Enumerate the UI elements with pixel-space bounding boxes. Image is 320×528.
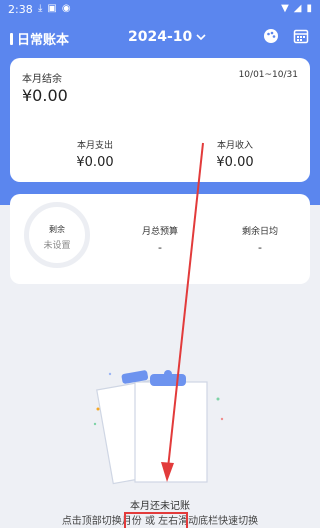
battery-icon: ▮ <box>306 3 312 14</box>
status-time: 2:38 <box>8 3 33 16</box>
palette-icon[interactable] <box>262 27 280 45</box>
month-picker[interactable]: 2024-10 <box>128 29 206 45</box>
expense-label: 本月支出 <box>76 141 113 151</box>
system-icons: ▼ ◢ ▮ <box>281 3 312 14</box>
balance-value: ¥0.00 <box>22 86 68 105</box>
daily-label: 剩余日均 <box>241 227 278 237</box>
expense-summary[interactable]: 本月支出 ¥0.00 <box>55 138 135 170</box>
annotation-highlight-box <box>124 512 188 528</box>
budget-ring: 剩余 未设置 <box>24 202 90 268</box>
app-badge-icon: ◉ <box>61 3 71 14</box>
app-bar: 日常账本 2024-10 <box>0 26 320 50</box>
ring-label: 剩余 <box>49 225 65 234</box>
ledger-title[interactable]: 日常账本 <box>10 29 69 48</box>
budget-total-label: 月总预算 <box>141 227 178 237</box>
income-summary[interactable]: 本月收入 ¥0.00 <box>195 138 275 170</box>
expense-value: ¥0.00 <box>76 155 114 170</box>
ledger-title-text: 日常账本 <box>17 33 70 48</box>
wifi-icon: ▼ <box>281 3 289 14</box>
balance-label: 本月结余 <box>22 74 62 85</box>
monthly-budget: 月总预算 - <box>120 224 200 254</box>
month-label: 2024-10 <box>128 29 193 45</box>
chevron-down-icon <box>196 29 206 45</box>
signal-icon: ◢ <box>293 3 302 14</box>
empty-clipboard-illustration <box>93 370 224 485</box>
balance-card[interactable]: 本月结余 10/01~10/31 ¥0.00 本月支出 ¥0.00 本月收入 ¥… <box>10 58 310 182</box>
ring-value: 未设置 <box>43 241 71 251</box>
daily-remaining: 剩余日均 - <box>220 224 300 254</box>
calendar-icon[interactable] <box>292 27 310 45</box>
status-bar: 2:38 ⤓ ▣ ◉ ▼ ◢ ▮ <box>0 0 320 20</box>
image-icon: ▣ <box>47 3 57 14</box>
date-range: 10/01~10/31 <box>238 70 298 80</box>
notification-icons: ⤓ ▣ ◉ <box>38 3 71 14</box>
daily-value: - <box>258 241 262 254</box>
income-value: ¥0.00 <box>216 155 254 170</box>
download-icon: ⤓ <box>38 3 43 14</box>
income-label: 本月收入 <box>216 141 253 151</box>
budget-total-value: - <box>158 241 162 254</box>
empty-title: 本月还未记账 <box>130 501 190 512</box>
budget-card[interactable]: 剩余 未设置 月总预算 - 剩余日均 - <box>10 194 310 284</box>
title-accent-bar <box>10 32 13 45</box>
